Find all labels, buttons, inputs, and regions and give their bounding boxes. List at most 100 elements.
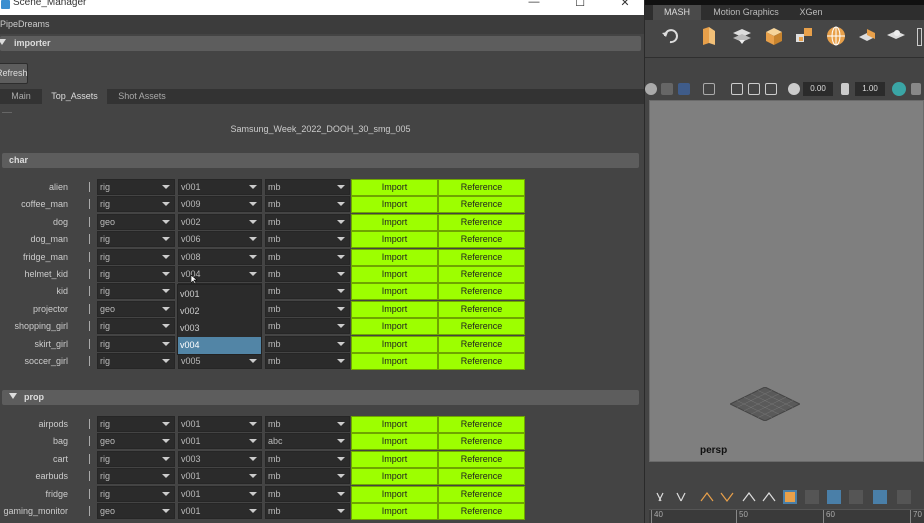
import-button[interactable]: Import [351,416,438,433]
reference-button[interactable]: Reference [438,353,525,370]
isolate-icon[interactable] [911,83,921,95]
type-dropdown[interactable]: rig [97,248,175,265]
format-dropdown[interactable]: mb [265,318,350,335]
version-option[interactable]: v002 [178,303,261,320]
select-camera-icon[interactable] [645,83,657,95]
version-dropdown[interactable]: v009 [178,196,262,213]
mash-blocks-icon[interactable] [793,25,815,47]
shelf-tab-xgen[interactable]: XGen [791,5,831,20]
type-dropdown[interactable]: rig [97,196,175,213]
version-dropdown[interactable]: v005 [178,353,262,369]
reference-button[interactable]: Reference [438,450,525,468]
import-button[interactable]: Import [351,179,438,196]
format-dropdown[interactable]: abc [265,433,350,450]
mash-cube-icon[interactable] [763,25,785,47]
reference-button[interactable]: Reference [438,283,525,301]
shelf-tab-mash[interactable]: MASH [653,5,701,20]
format-dropdown[interactable]: mb [265,248,350,265]
gamma-icon[interactable] [841,83,849,95]
type-dropdown[interactable]: geo [97,213,175,230]
maximize-button[interactable]: ☐ [574,0,586,9]
importer-section-header[interactable]: importer [0,36,641,51]
version-dropdown[interactable]: v003 [178,450,262,467]
exposure-icon[interactable] [788,83,800,95]
reference-button[interactable]: Reference [438,300,525,318]
version-dropdown[interactable]: v001 [178,485,262,502]
format-dropdown[interactable]: mb [265,300,350,317]
minimize-button[interactable]: — [528,0,540,8]
version-dropdown[interactable]: v001 [178,433,262,450]
gamma-field[interactable]: 1.00 [855,82,885,96]
shelf-more-icon[interactable] [917,28,922,46]
import-button[interactable]: Import [351,231,438,249]
format-dropdown[interactable]: mb [265,283,350,300]
version-option-selected[interactable]: v004 [178,337,261,354]
reference-button[interactable]: Reference [438,433,525,451]
import-button[interactable]: Import [351,196,438,214]
import-button[interactable]: Import [351,433,438,451]
refresh-button[interactable]: Refresh [0,63,28,84]
close-button[interactable]: ✕ [619,0,631,9]
type-dropdown[interactable]: rig [97,318,175,335]
mash-refresh-icon[interactable] [659,25,681,47]
camera-attributes-icon[interactable] [661,83,673,95]
type-dropdown[interactable]: rig [97,283,175,300]
import-button[interactable]: Import [351,485,438,503]
image-plane-icon[interactable] [703,83,715,95]
reference-button[interactable]: Reference [438,416,525,433]
version-dropdown[interactable]: v001 [178,416,262,432]
reference-button[interactable]: Reference [438,266,525,283]
import-button[interactable]: Import [351,266,438,283]
tab-shot-assets[interactable]: Shot Assets [107,89,177,104]
version-option[interactable]: v001 [178,286,261,303]
grid-mesh-object[interactable] [730,387,800,421]
format-dropdown[interactable]: mb [265,503,350,519]
type-dropdown[interactable]: geo [97,300,175,317]
version-dropdown[interactable]: v006 [178,231,262,248]
menu-pipedreams[interactable]: PipeDreams [0,19,50,29]
format-dropdown[interactable]: mb [265,196,350,213]
type-dropdown[interactable]: rig [97,416,175,432]
mash-sphere-icon[interactable] [825,25,847,47]
import-button[interactable]: Import [351,335,438,353]
mash-distribute-icon[interactable] [698,25,720,47]
tab-top-assets[interactable]: Top_Assets [42,89,107,104]
type-dropdown[interactable]: rig [97,231,175,248]
version-dropdown[interactable]: v001 [178,179,262,195]
reference-button[interactable]: Reference [438,318,525,336]
mash-visualize-icon[interactable] [885,25,907,47]
type-dropdown[interactable]: rig [97,450,175,467]
grid-icon[interactable] [731,83,743,95]
version-dropdown[interactable]: v008 [178,248,262,265]
type-dropdown[interactable]: geo [97,433,175,450]
format-dropdown[interactable]: mb [265,485,350,502]
version-option[interactable]: v003 [178,320,261,337]
version-dropdown[interactable]: v001 [178,503,262,519]
type-dropdown[interactable]: geo [97,503,175,519]
import-button[interactable]: Import [351,318,438,336]
import-button[interactable]: Import [351,283,438,301]
type-dropdown[interactable]: rig [97,335,175,352]
reference-button[interactable]: Reference [438,335,525,353]
format-dropdown[interactable]: mb [265,468,350,485]
version-dropdown[interactable]: v001 [178,468,262,485]
char-section-header[interactable]: char [2,153,639,168]
format-dropdown[interactable]: mb [265,179,350,195]
type-dropdown[interactable]: rig [97,485,175,502]
reference-button[interactable]: Reference [438,248,525,266]
reference-button[interactable]: Reference [438,468,525,486]
mash-curve-icon[interactable] [856,25,878,47]
import-button[interactable]: Import [351,300,438,318]
import-button[interactable]: Import [351,468,438,486]
format-dropdown[interactable]: mb [265,213,350,230]
type-dropdown[interactable]: rig [97,353,175,369]
film-gate-icon[interactable] [748,83,760,95]
version-dropdown-list[interactable]: v001 v002 v003 v004 [177,284,262,355]
type-dropdown[interactable]: rig [97,266,175,282]
exposure-field[interactable]: 0.00 [803,82,833,96]
type-dropdown[interactable]: rig [97,468,175,485]
reference-button[interactable]: Reference [438,179,525,196]
format-dropdown[interactable]: mb [265,353,350,369]
shelf-tab-motion-graphics[interactable]: Motion Graphics [703,5,789,20]
reference-button[interactable]: Reference [438,503,525,520]
